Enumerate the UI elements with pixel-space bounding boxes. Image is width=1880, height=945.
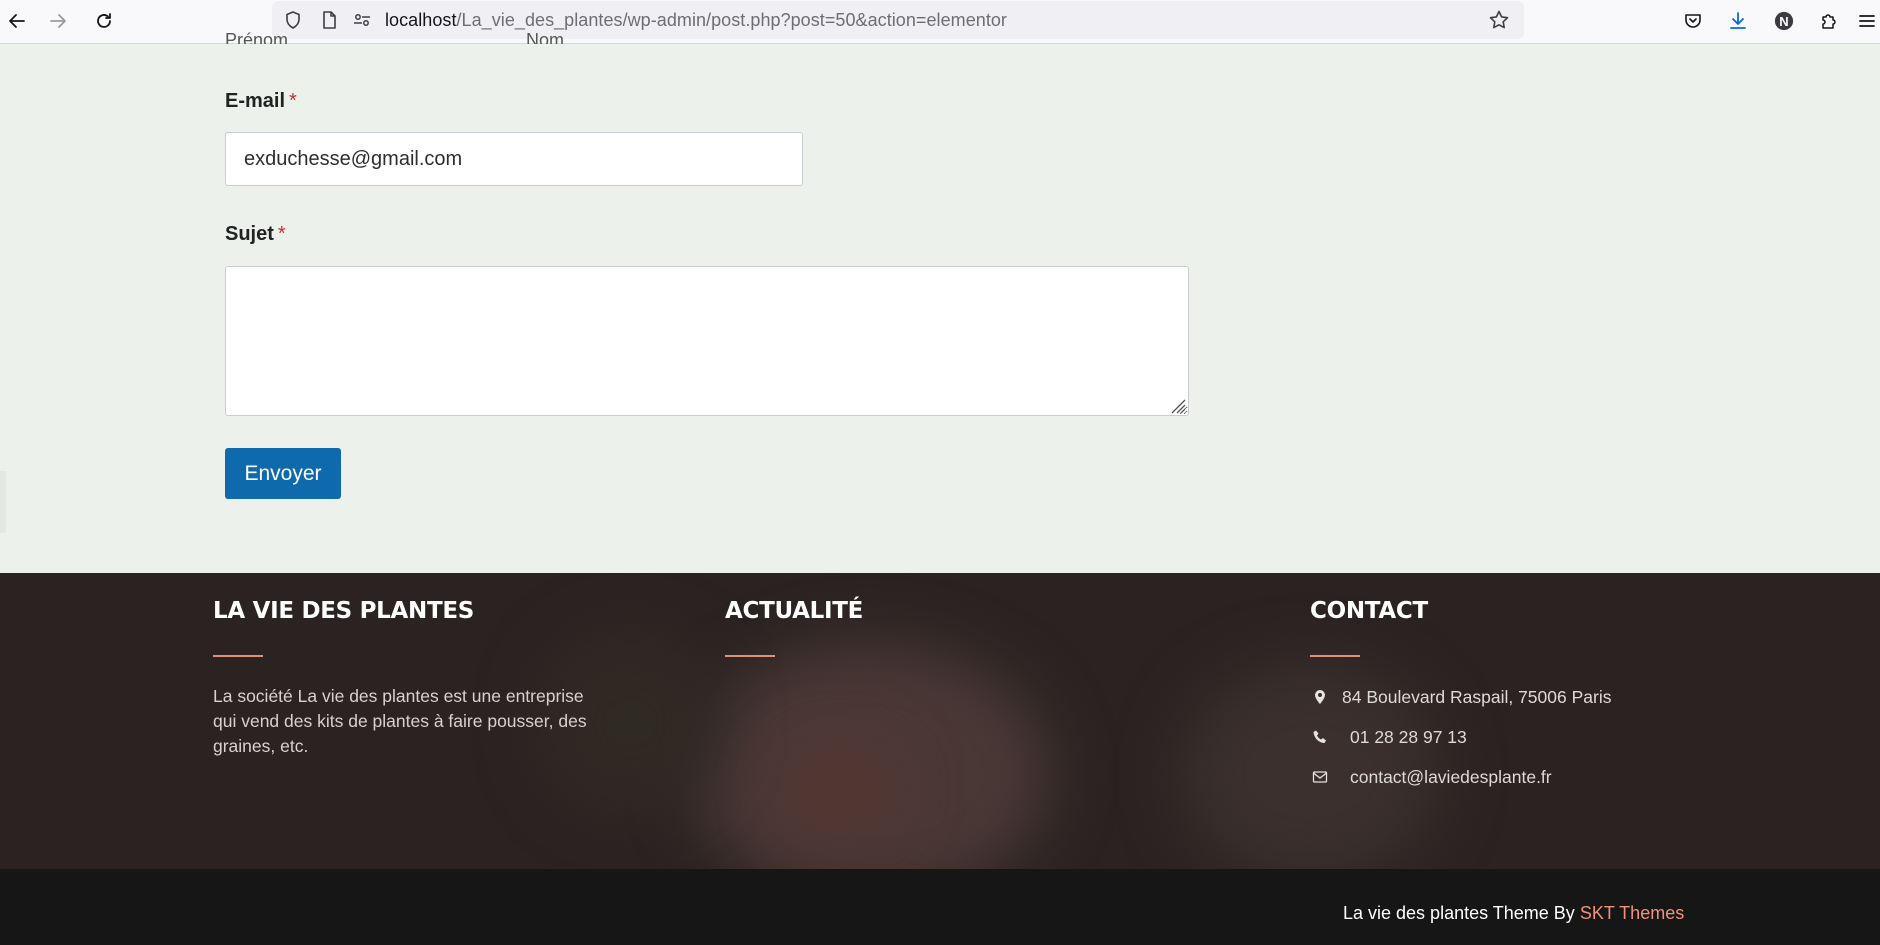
shield-icon[interactable] [283,10,303,30]
email-label: E-mail * [225,90,297,113]
url-host: localhost [385,10,457,30]
url-path: /La_vie_des_plantes/wp-admin/post.php?po… [456,10,1007,30]
back-button[interactable] [0,4,34,38]
puzzle-icon [1822,14,1836,29]
send-button[interactable]: Envoyer [225,448,341,499]
email-label-text: E-mail [225,90,286,112]
email-required-mark: * [289,90,297,112]
contact-address: 84 Boulevard Raspail, 75006 Paris [1342,686,1612,707]
subject-label: Sujet * [225,223,286,246]
bookmark-star-icon[interactable] [1488,9,1510,31]
contact-phone: 01 28 28 97 13 [1350,726,1467,747]
resize-grip-icon[interactable] [1168,396,1186,414]
address-bar[interactable]: localhost/La_vie_des_plantes/wp-admin/po… [272,1,1524,39]
forward-button[interactable] [41,4,75,38]
account-button[interactable]: N [1767,4,1801,38]
permissions-icon[interactable] [352,10,372,30]
footer-contact-underline [1310,655,1360,657]
pocket-button[interactable] [1676,4,1710,38]
credits-text: La vie des plantes Theme By [1343,903,1575,923]
menu-button[interactable] [1857,4,1880,38]
side-edge-tab[interactable] [0,471,6,533]
reload-button[interactable] [87,4,121,38]
contact-phone-row: 01 28 28 97 13 [1310,725,1467,749]
first-name-label-cut: Prénom [225,30,289,44]
footer-credits: La vie des plantes Theme By SKT Themes [1343,903,1684,924]
download-icon [1730,12,1746,29]
account-initial: N [1779,13,1789,29]
footer-news-title: ACTUALITÉ [725,598,864,624]
contact-email-row: contact@laviedesplante.fr [1310,765,1552,789]
hamburger-menu-icon [1859,15,1875,27]
credits-link[interactable]: SKT Themes [1580,903,1684,923]
contact-address-row: 84 Boulevard Raspail, 75006 Paris [1310,685,1611,709]
envelope-icon [1310,767,1330,787]
forward-arrow-icon [50,14,66,28]
footer-about-text: La société La vie des plantes est une en… [213,686,587,756]
subject-label-text: Sujet [225,223,274,245]
subject-required-mark: * [277,223,286,245]
url-text[interactable]: localhost/La_vie_des_plantes/wp-admin/po… [385,10,1007,31]
map-pin-icon [1310,687,1330,707]
page-icon[interactable] [319,10,339,30]
contact-email[interactable]: contact@laviedesplante.fr [1350,767,1552,788]
downloads-button[interactable] [1721,4,1755,38]
email-field[interactable] [225,132,803,186]
footer-news-underline [725,655,775,657]
footer-about-title: LA VIE DES PLANTES [213,598,475,624]
phone-icon [1310,727,1330,747]
footer-about-underline [213,655,263,657]
back-arrow-icon [9,14,25,28]
footer-background-center [780,743,900,833]
pocket-icon [1685,14,1701,28]
subject-textarea[interactable] [225,266,1189,416]
last-name-label-cut: Nom [526,30,565,44]
footer-contact-title: CONTACT [1310,598,1428,624]
extensions-button[interactable] [1812,4,1846,38]
reload-icon [97,13,111,28]
